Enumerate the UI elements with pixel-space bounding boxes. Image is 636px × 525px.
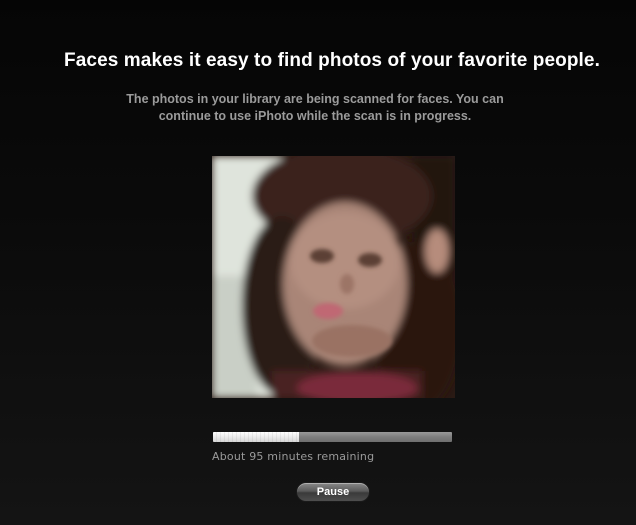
scan-description-line-1: The photos in your library are being sca… [126, 92, 504, 106]
scan-description-line-2: continue to use iPhoto while the scan is… [158, 109, 472, 123]
scan-progress-bar [213, 432, 452, 442]
faces-headline: Faces makes it easy to find photos of yo… [64, 50, 600, 71]
pause-button[interactable]: Pause [296, 482, 370, 502]
photo-reflection [212, 398, 455, 488]
scan-progress-fill [213, 432, 300, 442]
scanning-photo [212, 156, 455, 398]
time-remaining-label: About 95 minutes remaining [212, 450, 375, 463]
scan-description: The photos in your library are being sca… [100, 91, 530, 125]
